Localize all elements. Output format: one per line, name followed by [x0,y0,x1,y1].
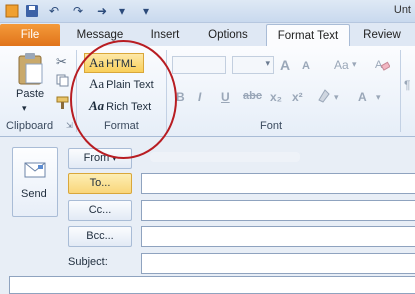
chevron-down-icon: ▾ [265,58,270,68]
cc-field[interactable] [141,200,415,221]
to-button[interactable]: To... [68,173,132,194]
clear-formatting-icon[interactable]: A [374,56,391,75]
dialog-launcher-icon[interactable]: ⇲ [66,121,73,130]
forward-icon[interactable]: ➜ [94,3,110,19]
subject-label: Subject: [68,256,108,268]
chevron-down-icon[interactable]: ▾ [376,92,381,103]
tab-format-text[interactable]: Format Text [266,24,350,47]
copy-icon[interactable] [56,74,69,90]
strikethrough-button[interactable]: abc [243,90,262,102]
paste-button[interactable]: Paste [16,88,44,100]
bcc-button[interactable]: Bcc... [68,226,132,247]
tab-options[interactable]: Options [198,24,258,46]
subject-field[interactable] [141,253,415,274]
to-field[interactable] [141,173,415,194]
title-bar [0,0,415,23]
highlight-ring [70,40,177,159]
cut-icon[interactable]: ✂ [56,54,67,70]
outlook-icon[interactable] [4,3,20,19]
paste-dropdown-icon[interactable]: ▾ [22,103,27,114]
group-separator [400,50,401,132]
font-size-dropdown[interactable]: ▾ [232,56,274,74]
subscript-button[interactable]: x₂ [270,90,282,104]
tab-insert[interactable]: Insert [140,24,190,46]
tab-file[interactable]: File [0,24,60,46]
superscript-button[interactable]: x² [292,90,303,104]
shrink-font-icon[interactable]: A [302,60,310,72]
highlight-icon[interactable] [316,88,334,107]
bold-button[interactable]: B [176,90,185,104]
paste-icon[interactable] [16,52,46,86]
chevron-down-icon[interactable]: ▾ [334,92,339,103]
redo-icon[interactable]: ↷ [70,3,86,19]
window-title: Unt [393,4,411,16]
send-label: Send [21,188,47,200]
change-case-icon[interactable]: Aa [334,58,349,72]
format-painter-icon[interactable] [56,96,70,112]
bcc-field[interactable] [141,226,415,247]
save-icon[interactable] [24,3,40,19]
message-body[interactable] [9,276,415,294]
paragraph-icon[interactable]: ¶ [404,78,410,92]
undo-icon[interactable]: ↶ [46,3,62,19]
grow-font-icon[interactable]: A [280,57,290,73]
clipboard-group-label: Clipboard [6,120,54,132]
from-address-redacted [150,152,300,162]
font-name-dropdown[interactable] [172,56,226,74]
chevron-down-icon[interactable]: ▾ [352,59,357,70]
font-color-icon[interactable]: A [358,90,367,104]
font-group-label: Font [260,120,283,132]
dropdown-icon[interactable]: ▾ [114,3,130,19]
italic-button[interactable]: I [198,90,201,104]
underline-button[interactable]: U [221,90,230,104]
customize-icon[interactable]: ▾ [138,3,154,19]
tab-review[interactable]: Review [356,24,408,46]
envelope-icon [24,162,46,181]
send-button[interactable]: Send [12,147,58,217]
cc-button[interactable]: Cc... [68,200,132,221]
